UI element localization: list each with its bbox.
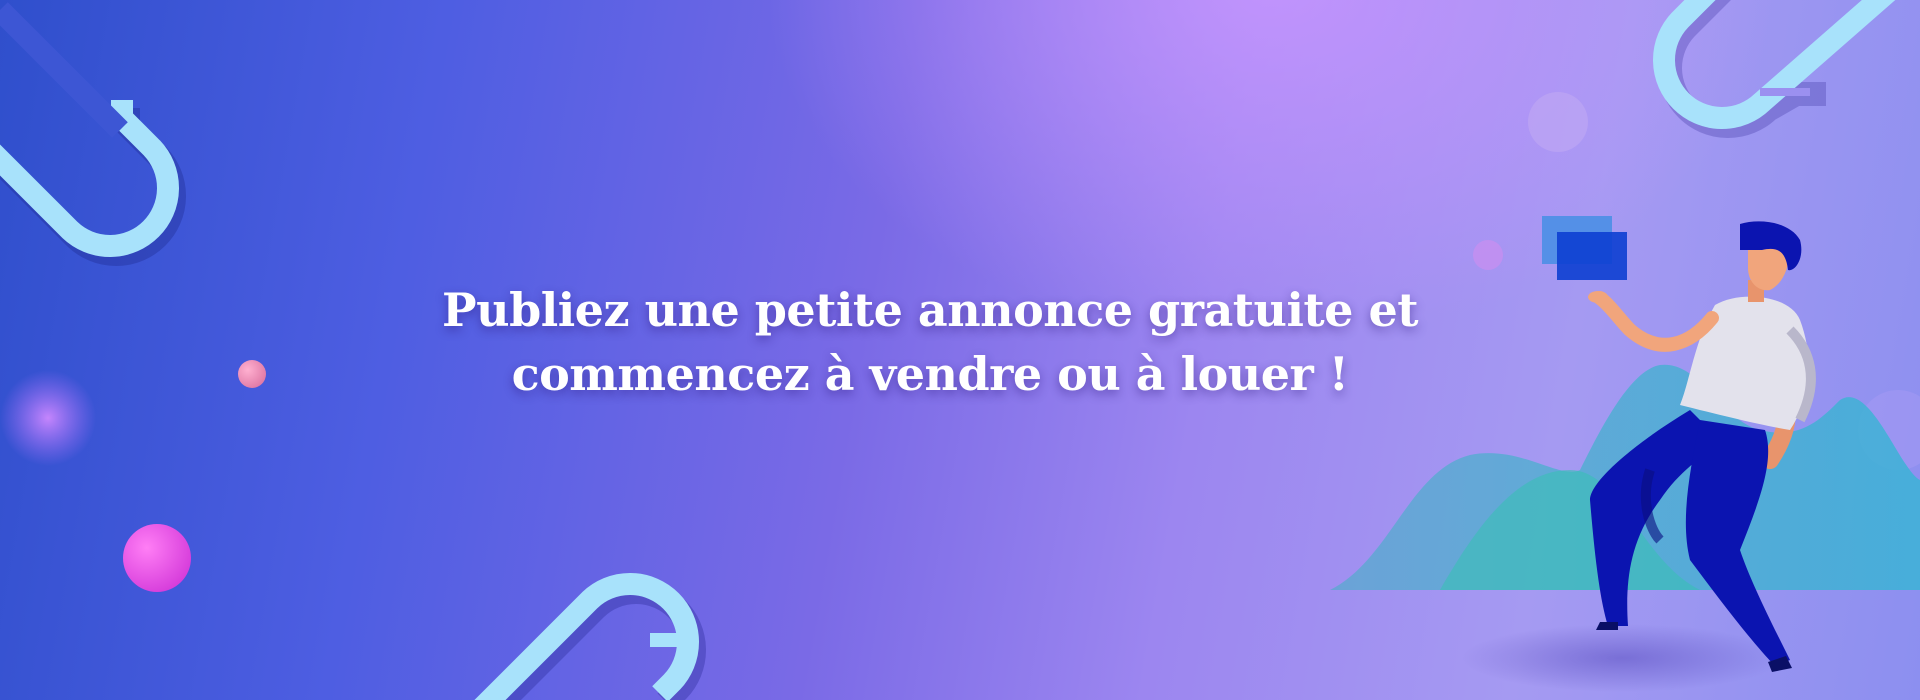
banner-headline: Publiez une petite annonce gratuite et c…: [442, 283, 1418, 401]
bubble-icon: [0, 370, 96, 466]
hero-banner: Publiez une petite annonce gratuite et c…: [0, 0, 1920, 700]
person-illustration: [1462, 216, 1816, 692]
paperclip-icon: [0, 2, 186, 266]
paperclip-icon: [474, 573, 706, 700]
bubble-icon: [1528, 92, 1588, 152]
paperclip-icon: [1653, 0, 1896, 138]
bubble-icon: [123, 524, 191, 592]
bubble-icon: [1473, 240, 1503, 270]
bubble-icon: [238, 360, 266, 388]
